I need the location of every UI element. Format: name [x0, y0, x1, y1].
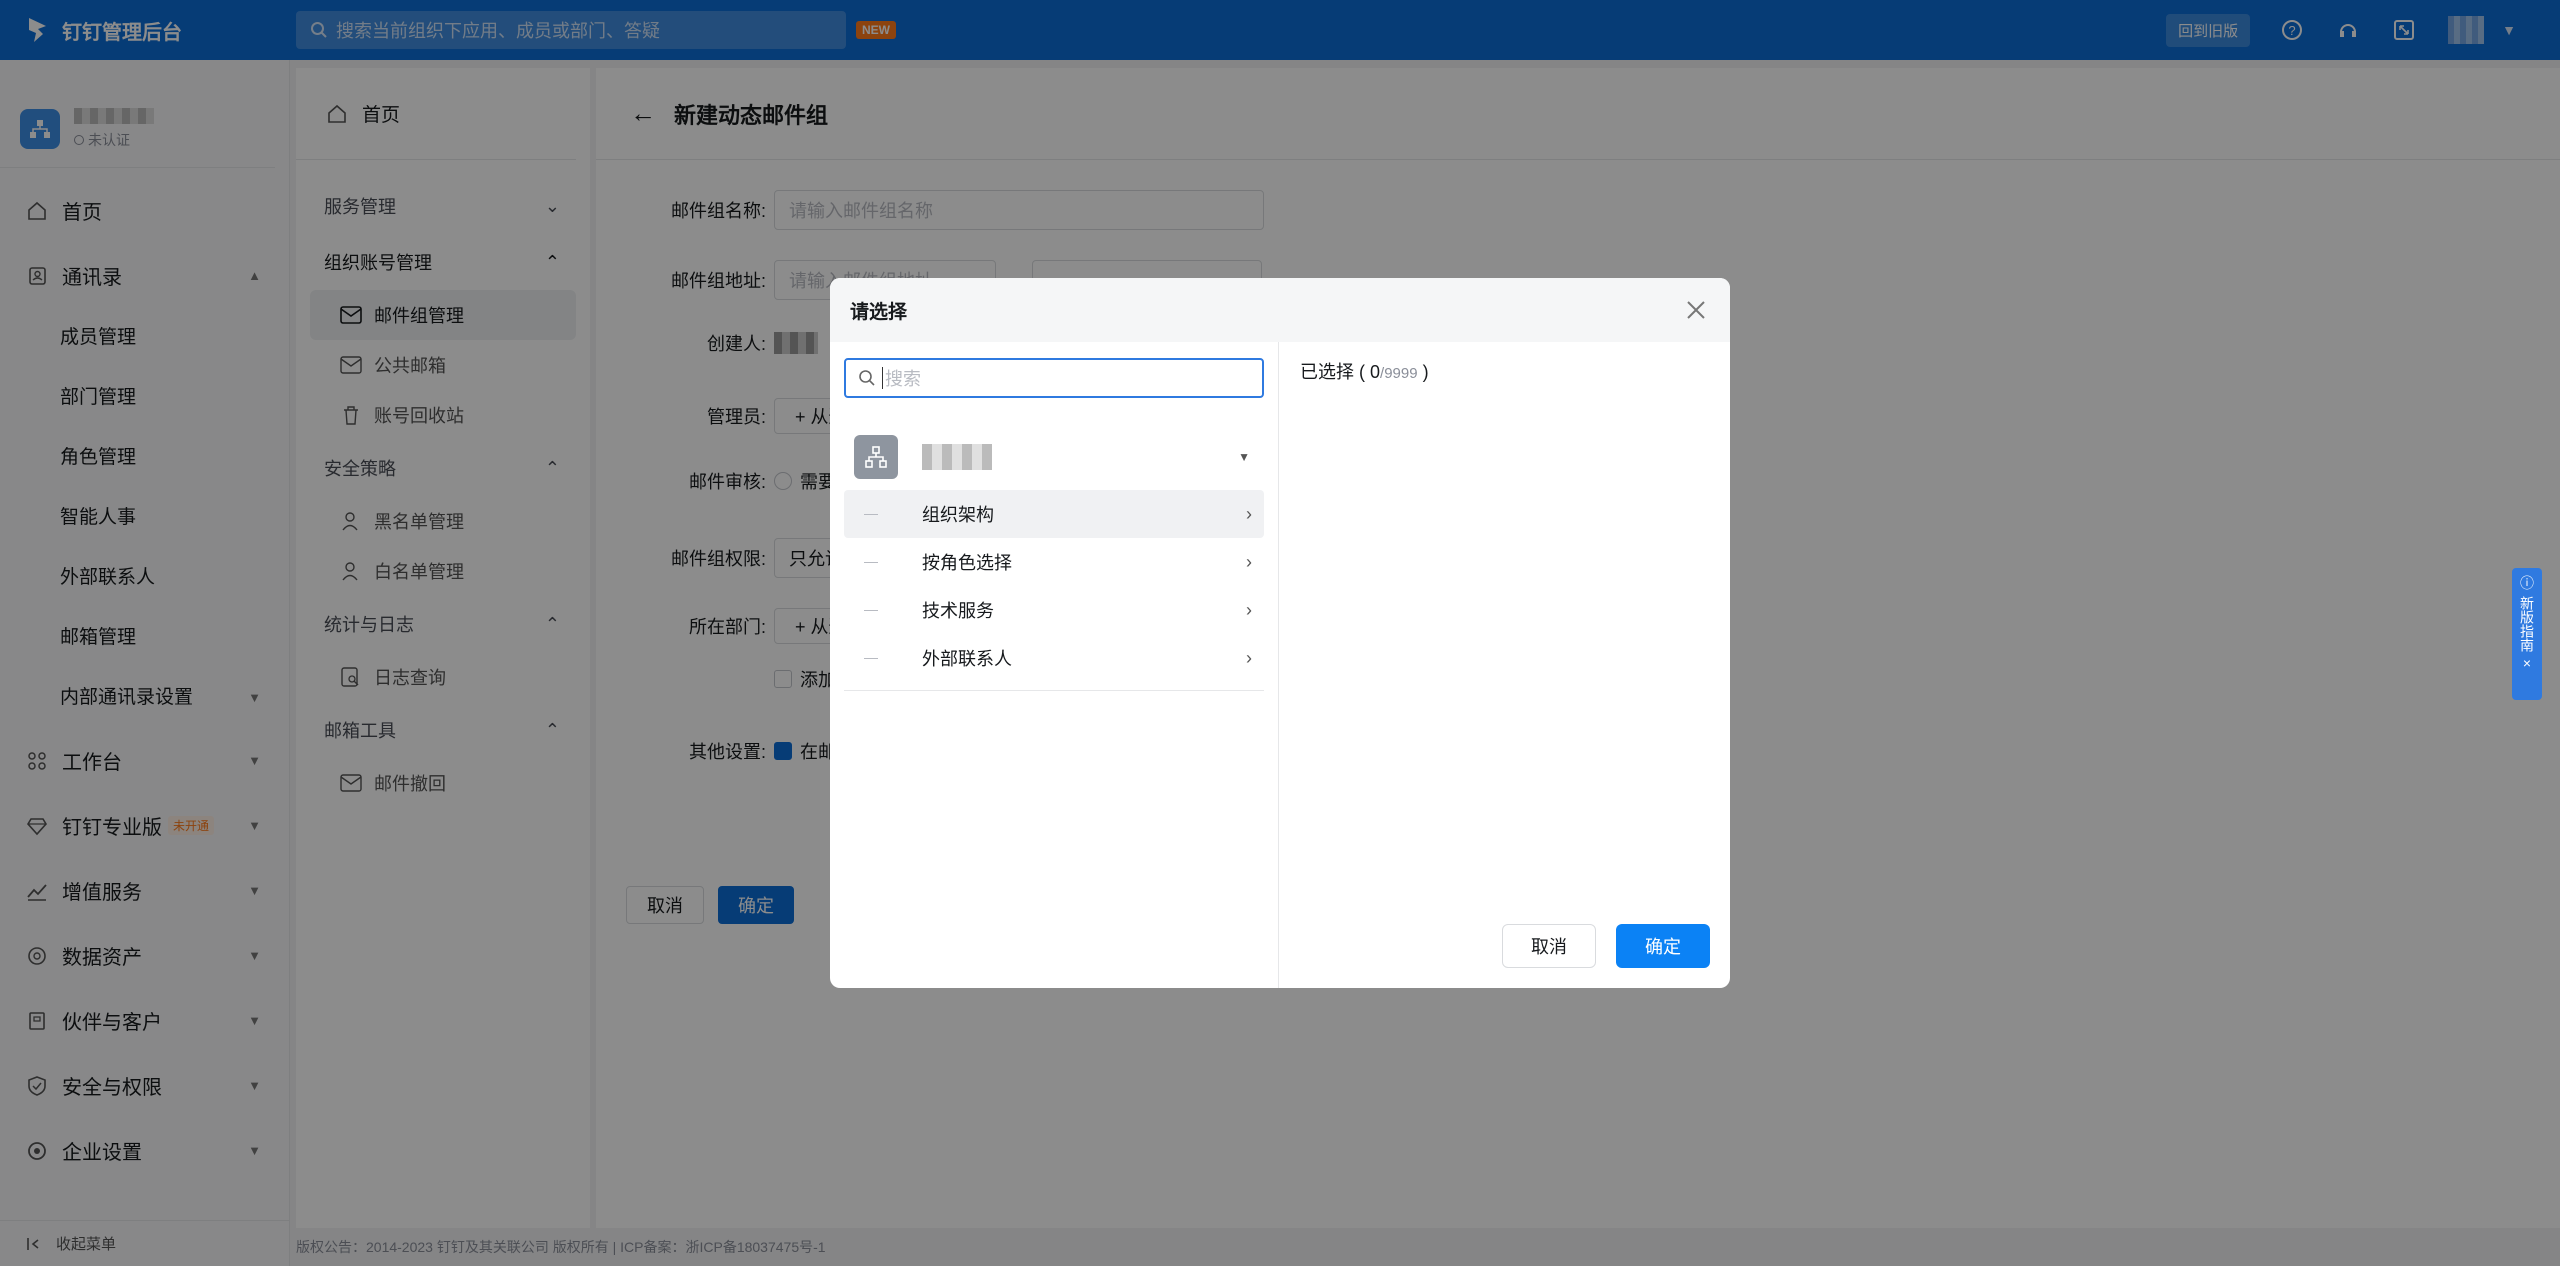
chevron-right-icon: › — [1246, 599, 1252, 620]
dialog-org-name-redacted — [922, 444, 992, 470]
chevron-right-icon: › — [1246, 551, 1252, 572]
dialog-search-placeholder: 搜索 — [885, 369, 921, 389]
list-item-org-structure[interactable]: 组织架构 › — [844, 490, 1264, 538]
org-structure-label: 组织架构 — [922, 505, 994, 525]
new-version-guide[interactable]: ⓘ 新版指南 × — [2512, 568, 2542, 700]
tech-service-label: 技术服务 — [922, 601, 994, 621]
chevron-right-icon: › — [1246, 503, 1252, 524]
selected-count: 已选择 ( 0/9999 ) — [1300, 362, 1429, 382]
dialog-header: 请选择 — [830, 278, 1730, 342]
chevron-right-icon: › — [1246, 647, 1252, 668]
text-cursor — [882, 367, 883, 389]
list-item-external-contacts[interactable]: 外部联系人 › — [844, 634, 1264, 682]
by-role-label: 按角色选择 — [922, 553, 1012, 573]
dialog-option-list: 组织架构 › 按角色选择 › 技术服务 › 外部联系人 › — [844, 490, 1264, 691]
selected-max: /9999 — [1380, 365, 1418, 382]
dialog-footer: 取消 确定 — [1482, 924, 1710, 968]
close-icon[interactable] — [1682, 296, 1710, 324]
dialog-org-selector[interactable]: ▼ — [854, 432, 1278, 482]
close-icon[interactable]: × — [2523, 654, 2531, 672]
caret-down-icon: ▼ — [1238, 450, 1250, 464]
dialog-confirm-label: 确定 — [1645, 937, 1681, 957]
info-icon: ⓘ — [2520, 575, 2534, 591]
dialog-cancel-label: 取消 — [1531, 937, 1567, 957]
list-item-tech-service[interactable]: 技术服务 › — [844, 586, 1264, 634]
dialog-right-panel: 已选择 ( 0/9999 ) 取消 确定 — [1280, 342, 1730, 988]
list-item-by-role[interactable]: 按角色选择 › — [844, 538, 1264, 586]
dialog-cancel-button[interactable]: 取消 — [1502, 924, 1596, 968]
dialog-search-input[interactable]: 搜索 — [844, 358, 1264, 398]
dialog-confirm-button[interactable]: 确定 — [1616, 924, 1710, 968]
select-dialog: 请选择 搜索 ▼ 组织架构 › 按角色选择 › 技术服务 › 外部联系人 › 已选择 (… — [830, 278, 1730, 988]
dialog-title: 请选择 — [850, 301, 908, 323]
org-tree-icon — [854, 435, 898, 479]
guide-label: 新版指南 — [2519, 596, 2535, 652]
search-icon — [859, 370, 875, 386]
external-contacts-label: 外部联系人 — [922, 649, 1012, 669]
selected-number: 0 — [1370, 362, 1381, 382]
selected-label: 已选择 — [1300, 362, 1354, 382]
dialog-left-panel: 搜索 ▼ 组织架构 › 按角色选择 › 技术服务 › 外部联系人 › — [830, 342, 1279, 988]
